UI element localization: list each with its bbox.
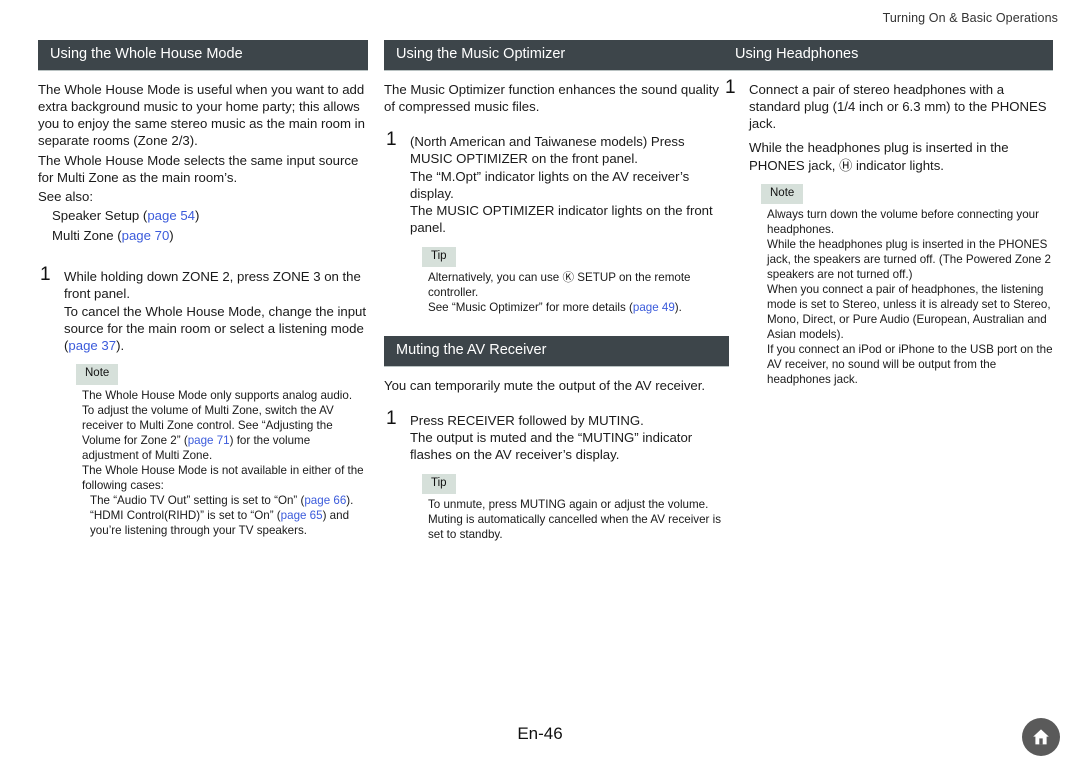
note-body: The Whole House Mode only supports analo… — [76, 389, 368, 539]
tip-callout-muting: Tip To unmute, press MUTING again or adj… — [410, 473, 729, 543]
music-optimizer-intro: The Music Optimizer function enhances th… — [384, 81, 719, 114]
see-also-item-speaker-setup: Speaker Setup (page 54) — [38, 207, 368, 224]
note-item-2: To adjust the volume of Multi Zone, swit… — [82, 404, 368, 464]
note-headphones-item-4: If you connect an iPod or iPhone to the … — [767, 342, 1053, 386]
column-right: Using Headphones 1 Connect a pair of ste… — [723, 40, 1053, 388]
tip-item-2-a: See “Music Optimizer” for more details ( — [428, 301, 633, 315]
step-whole-house-1-line-1: While holding down ZONE 2, press ZONE 3 … — [64, 269, 361, 302]
step-muting-1: 1 Press RECEIVER followed by MUTING. The… — [384, 408, 729, 543]
page-number: En-46 — [517, 724, 563, 743]
tip-muting-item-1: To unmute, press MUTING again or adjust … — [428, 498, 709, 512]
tip-callout-music-optimizer: Tip Alternatively, you can use Ⓚ SETUP o… — [410, 246, 729, 316]
document-page: Turning On & Basic Operations Using the … — [0, 0, 1080, 764]
note-case-1-b: ). — [346, 493, 354, 507]
see-also-speaker-setup-tail: ) — [194, 208, 200, 224]
step-muting-1-line-2: The output is muted and the “MUTING” ind… — [410, 430, 693, 463]
step-number: 1 — [386, 129, 397, 151]
home-icon — [1030, 726, 1052, 748]
note-body: Always turn down the volume before conne… — [761, 208, 1053, 387]
step-muting-1-line-1: Press RECEIVER followed by MUTING. — [410, 412, 644, 428]
note-case-2: “HDMI Control(RIHD)” is set to “On” (pag… — [82, 509, 368, 539]
link-page-37[interactable]: page 37 — [68, 338, 116, 353]
link-page-54[interactable]: page 54 — [147, 208, 195, 223]
tip-item-2: See “Music Optimizer” for more details (… — [428, 301, 729, 316]
note-callout-headphones: Note Always turn down the volume before … — [749, 183, 1053, 388]
step-headphones-1: 1 Connect a pair of stereo headphones wi… — [723, 77, 1053, 388]
note-case-1: The “Audio TV Out” setting is set to “On… — [82, 494, 368, 509]
section-heading-whole-house-mode: Using the Whole House Mode — [38, 40, 368, 70]
see-also-item-multi-zone: Multi Zone (page 70) — [38, 227, 368, 244]
step-music-optimizer-1-line-3: The MUSIC OPTIMIZER indicator lights on … — [410, 203, 713, 236]
tip-muting-item-2: Muting is automatically cancelled when t… — [428, 513, 721, 542]
section-heading-muting: Muting the AV Receiver — [384, 336, 729, 366]
link-page-71[interactable]: page 71 — [188, 434, 230, 447]
note-callout-whole-house: Note The Whole House Mode only supports … — [64, 363, 368, 538]
see-also-label: See also: — [38, 189, 93, 205]
link-page-66[interactable]: page 66 — [304, 494, 346, 507]
column-middle: Using the Music Optimizer The Music Opti… — [384, 40, 729, 543]
whole-house-intro-paragraph-1: The Whole House Mode is useful when you … — [38, 81, 365, 149]
tip-body: Alternatively, you can use Ⓚ SETUP on th… — [422, 271, 729, 316]
note-item-1: The Whole House Mode only supports analo… — [82, 388, 353, 402]
note-label: Note — [761, 183, 804, 205]
step-music-optimizer-1-line-1: (North American and Taiwanese models) Pr… — [410, 134, 685, 167]
running-header: Turning On & Basic Operations — [882, 11, 1058, 25]
link-page-65[interactable]: page 65 — [281, 509, 323, 522]
section-heading-headphones: Using Headphones — [723, 40, 1053, 70]
whole-house-intro-paragraph-2: The Whole House Mode selects the same in… — [38, 152, 359, 185]
tip-body: To unmute, press MUTING again or adjust … — [422, 498, 729, 543]
tip-item-2-b: ). — [674, 301, 682, 315]
section-heading-music-optimizer: Using the Music Optimizer — [384, 40, 729, 70]
column-left: Using the Whole House Mode The Whole Hou… — [38, 40, 368, 538]
link-page-49[interactable]: page 49 — [633, 301, 675, 314]
tip-label: Tip — [422, 473, 456, 495]
step-whole-house-1-line-2: To cancel the Whole House Mode, change t… — [64, 303, 368, 355]
tip-item-1: Alternatively, you can use Ⓚ SETUP on th… — [428, 271, 691, 300]
tip-label: Tip — [422, 246, 456, 268]
step-number: 1 — [386, 407, 397, 429]
note-headphones-item-2: While the headphones plug is inserted in… — [767, 238, 1051, 282]
note-headphones-item-1: Always turn down the volume before conne… — [767, 208, 1039, 237]
step-number: 1 — [40, 264, 51, 286]
step-number: 1 — [725, 76, 736, 98]
note-case-1-a: The “Audio TV Out” setting is set to “On… — [90, 493, 305, 507]
step-music-optimizer-1: 1 (North American and Taiwanese models) … — [384, 129, 729, 316]
step-whole-house-1-line-2-b: ). — [116, 338, 125, 354]
see-also-multi-zone-text: Multi Zone ( — [52, 227, 122, 243]
muting-intro: You can temporarily mute the output of t… — [384, 377, 706, 393]
see-also-multi-zone-tail: ) — [169, 227, 174, 243]
note-item-3: The Whole House Mode is not available in… — [82, 463, 364, 492]
link-page-70[interactable]: page 70 — [122, 228, 170, 243]
note-label: Note — [76, 364, 119, 385]
see-also-speaker-setup-text: Speaker Setup ( — [52, 208, 148, 224]
step-whole-house-1: 1 While holding down ZONE 2, press ZONE … — [38, 264, 368, 538]
note-case-2-a: “HDMI Control(RIHD)” is set to “On” ( — [90, 508, 281, 522]
step-headphones-1-line-2: While the headphones plug is inserted in… — [749, 140, 1009, 173]
step-headphones-1-line-1: Connect a pair of stereo headphones with… — [749, 81, 1047, 132]
home-button[interactable] — [1022, 718, 1060, 756]
note-headphones-item-3: When you connect a pair of headphones, t… — [767, 283, 1051, 342]
step-music-optimizer-1-line-2: The “M.Opt” indicator lights on the AV r… — [410, 168, 690, 201]
